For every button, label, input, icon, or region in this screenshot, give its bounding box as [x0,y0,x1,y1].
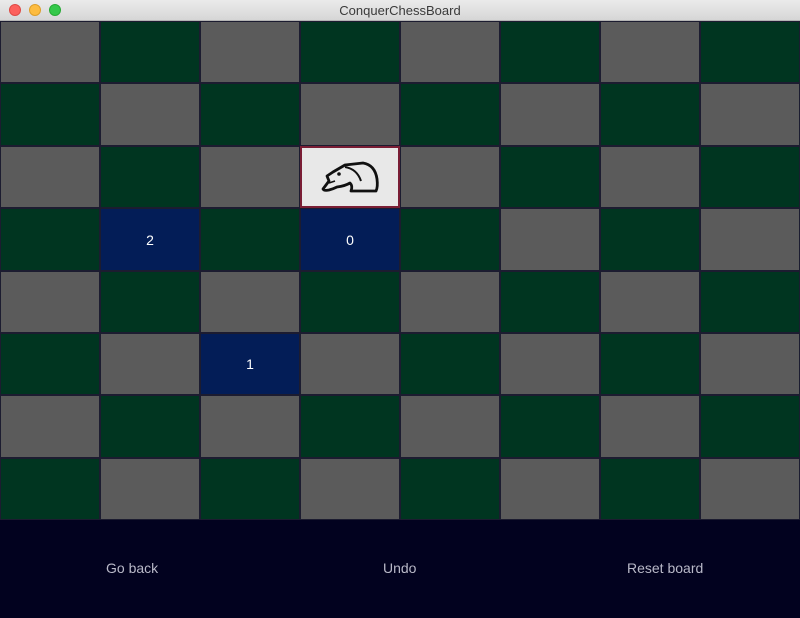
board-square[interactable] [500,333,600,395]
board-square[interactable] [600,395,700,458]
board-square[interactable] [700,271,800,333]
board-square[interactable] [600,21,700,83]
board-square[interactable] [200,208,300,271]
board-square[interactable] [400,208,500,271]
move-target-square[interactable]: 1 [200,333,300,395]
board-square[interactable] [100,21,200,83]
app-window: ConquerChessBoard 2 0 1 Go back Undo Reset… [0,0,800,618]
window-title: ConquerChessBoard [339,3,461,18]
board-square[interactable] [500,83,600,146]
board-square[interactable] [500,271,600,333]
board-square[interactable] [300,21,400,83]
board-square[interactable] [700,208,800,271]
board-square[interactable] [700,333,800,395]
reset-board-button[interactable]: Reset board [627,560,703,576]
footer-bar: Go back Undo Reset board [0,520,800,618]
board-square[interactable] [700,21,800,83]
board-square[interactable] [500,146,600,208]
board-square[interactable] [0,271,100,333]
board-square[interactable] [100,333,200,395]
board-square[interactable] [200,271,300,333]
board-square-selected[interactable] [300,146,400,208]
board-square[interactable] [200,21,300,83]
board-square[interactable] [400,458,500,520]
board-square[interactable] [400,271,500,333]
board-square[interactable] [300,271,400,333]
board-square[interactable] [300,458,400,520]
board-square[interactable] [500,458,600,520]
move-target-square[interactable]: 0 [300,208,400,271]
board-square[interactable] [400,21,500,83]
board-square[interactable] [600,146,700,208]
board-square[interactable] [200,146,300,208]
board-square[interactable] [100,395,200,458]
knight-icon [321,161,379,193]
undo-button[interactable]: Undo [383,560,416,576]
board-square[interactable] [200,395,300,458]
board-square[interactable] [100,146,200,208]
board-square[interactable] [700,395,800,458]
board-square[interactable] [0,395,100,458]
board-square[interactable] [600,208,700,271]
board-square[interactable] [0,333,100,395]
board-square[interactable] [0,83,100,146]
move-order-label: 1 [246,356,254,372]
board-square[interactable] [300,395,400,458]
board-square[interactable] [0,458,100,520]
board-square[interactable] [300,333,400,395]
board-square[interactable] [500,21,600,83]
board-square[interactable] [500,395,600,458]
board-square[interactable] [100,271,200,333]
board-square[interactable] [600,458,700,520]
chess-board: 2 0 1 [0,21,800,520]
board-square[interactable] [400,83,500,146]
board-square[interactable] [300,83,400,146]
board-square[interactable] [600,83,700,146]
board-square[interactable] [0,21,100,83]
board-square[interactable] [400,333,500,395]
board-square[interactable] [700,458,800,520]
title-bar: ConquerChessBoard [0,0,800,21]
board-square[interactable] [500,208,600,271]
board-square[interactable] [200,458,300,520]
board-square[interactable] [100,458,200,520]
board-square[interactable] [200,83,300,146]
move-target-square[interactable]: 2 [100,208,200,271]
board-square[interactable] [700,146,800,208]
board-square[interactable] [0,146,100,208]
board-square[interactable] [600,271,700,333]
board-square[interactable] [100,83,200,146]
board-square[interactable] [400,395,500,458]
board-square[interactable] [600,333,700,395]
move-order-label: 2 [146,231,154,248]
go-back-button[interactable]: Go back [106,560,158,576]
move-order-label: 0 [346,231,354,248]
board-square[interactable] [700,83,800,146]
board-square[interactable] [400,146,500,208]
board-square[interactable] [0,208,100,271]
